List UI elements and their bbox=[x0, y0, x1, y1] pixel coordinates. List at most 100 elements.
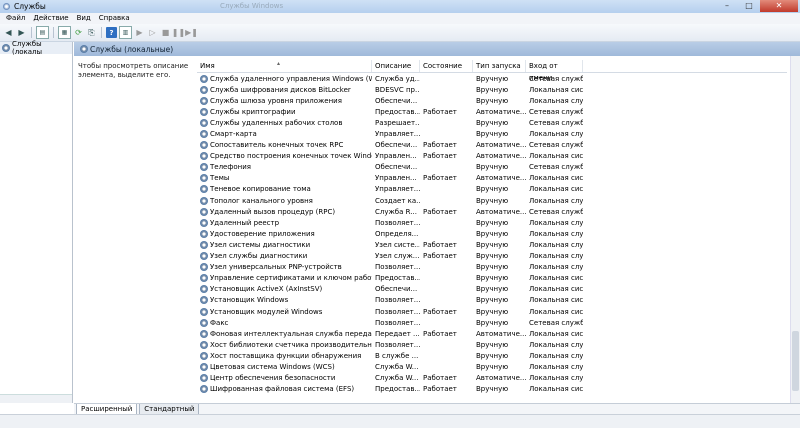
table-row[interactable]: Служба удаленного управления Windows (WS… bbox=[197, 73, 787, 84]
menu-file[interactable]: Файл bbox=[2, 13, 29, 24]
table-row[interactable]: Шифрованная файловая система (EFS) Предос… bbox=[197, 384, 787, 395]
service-startup-type: Вручную bbox=[476, 285, 509, 294]
service-name: Службы криптографии bbox=[197, 107, 372, 116]
service-description: Позволяет... bbox=[375, 307, 420, 316]
service-log-on-as: Локальная сис... bbox=[529, 152, 583, 161]
service-startup-type: Автоматиче... bbox=[476, 107, 526, 116]
vertical-scrollbar[interactable] bbox=[790, 56, 800, 403]
play-icon[interactable]: ▷ bbox=[147, 27, 158, 38]
service-startup-type: Автоматиче... bbox=[476, 329, 526, 338]
column-header-name[interactable]: Имя ▴ bbox=[197, 60, 372, 72]
service-startup-type: Автоматиче... bbox=[476, 207, 526, 216]
table-row[interactable]: Узел службы диагностики Узел служ... Работ… bbox=[197, 251, 787, 262]
menu-action[interactable]: Действие bbox=[29, 13, 72, 24]
table-row[interactable]: Удаленный реестр Позволяет... Вручную Локал… bbox=[197, 217, 787, 228]
refresh-icon[interactable]: ⟳ bbox=[73, 27, 84, 38]
service-status: Работает bbox=[423, 107, 457, 116]
table-row[interactable]: Хост поставщика функции обнаружения В слу… bbox=[197, 350, 787, 361]
table-row[interactable]: Телефония Обеспечи... Вручную Сетевая служб… bbox=[197, 162, 787, 173]
service-log-on-as: Сетевая служба bbox=[529, 118, 583, 127]
service-name: Управление сертификатами и ключом работо… bbox=[197, 274, 372, 283]
start-service-icon[interactable]: ▶ bbox=[134, 27, 145, 38]
service-log-on-as: Локальная сис... bbox=[529, 296, 583, 305]
service-startup-type: Вручную bbox=[476, 118, 509, 127]
service-log-on-as: Локальная слу... bbox=[529, 362, 583, 371]
service-name: Шифрованная файловая система (EFS) bbox=[197, 385, 372, 394]
export-list-icon[interactable]: ⎘ bbox=[86, 27, 97, 38]
service-startup-type: Вручную bbox=[476, 307, 509, 316]
table-row[interactable]: Факс Позволяет... Вручную Сетевая служба bbox=[197, 317, 787, 328]
service-startup-type: Вручную bbox=[476, 196, 509, 205]
service-description: Позволяет... bbox=[375, 318, 420, 327]
service-status: Работает bbox=[423, 374, 457, 383]
table-row[interactable]: Темы Управлен... Работает Автоматиче... Лока… bbox=[197, 173, 787, 184]
table-row[interactable]: Узел системы диагностики Узел систе... Раб… bbox=[197, 239, 787, 250]
table-row[interactable]: Хост библиотеки счетчика производительно… bbox=[197, 339, 787, 350]
status-bar bbox=[0, 414, 800, 428]
maximize-button[interactable]: □ bbox=[738, 0, 760, 12]
menu-view[interactable]: Вид bbox=[73, 13, 95, 24]
service-log-on-as: Локальная сис... bbox=[529, 85, 583, 94]
service-status: Работает bbox=[423, 174, 457, 183]
table-row[interactable]: Сопоставитель конечных точек RPC Обеспечи… bbox=[197, 140, 787, 151]
table-row[interactable]: Фоновая интеллектуальная служба передачи… bbox=[197, 328, 787, 339]
table-row[interactable]: Служба шлюза уровня приложения Обеспечи..… bbox=[197, 95, 787, 106]
services-panel: Службы (локальные) Чтобы просмотреть опи… bbox=[74, 42, 800, 403]
show-hide-action-pane-icon[interactable]: ▥ bbox=[119, 26, 132, 39]
table-row[interactable]: Смарт-карта Управляет... Вручную Локальная … bbox=[197, 128, 787, 139]
service-log-on-as: Сетевая служба bbox=[529, 207, 583, 216]
description-pane: Чтобы просмотреть описание элемента, выд… bbox=[78, 62, 189, 79]
service-name: Теневое копирование тома bbox=[197, 185, 372, 194]
column-header-status[interactable]: Состояние bbox=[420, 60, 473, 72]
back-arrow-icon[interactable]: ◀ bbox=[3, 27, 14, 38]
service-description: Обеспечи... bbox=[375, 285, 418, 294]
column-headers: Имя ▴ Описание Состояние Тип запуска Вход… bbox=[197, 60, 787, 82]
column-header-startup-type[interactable]: Тип запуска bbox=[473, 60, 526, 72]
pause-service-icon[interactable]: ❚❚ bbox=[172, 27, 185, 38]
table-row[interactable]: Службы криптографии Предостав... Работает А… bbox=[197, 106, 787, 117]
column-header-description[interactable]: Описание bbox=[372, 60, 420, 72]
service-gear-icon bbox=[200, 174, 208, 183]
properties-icon[interactable]: ▦ bbox=[58, 26, 71, 39]
minimize-button[interactable]: – bbox=[716, 0, 738, 12]
table-row[interactable]: Тополог канального уровня Создает ка... Вр… bbox=[197, 195, 787, 206]
console-tree-icon[interactable]: ▤ bbox=[36, 26, 49, 39]
table-row[interactable]: Установщик модулей Windows Позволяет... Ра… bbox=[197, 306, 787, 317]
help-icon[interactable]: ? bbox=[106, 27, 117, 38]
service-gear-icon bbox=[200, 130, 208, 139]
close-button[interactable]: ✕ bbox=[760, 0, 798, 12]
service-name: Установщик ActiveX (AxInstSV) bbox=[197, 285, 372, 294]
table-row[interactable]: Средство построения конечных точек Windo… bbox=[197, 151, 787, 162]
table-row[interactable]: Удостоверение приложения Определя... Вручн… bbox=[197, 228, 787, 239]
service-log-on-as: Локальная сис... bbox=[529, 274, 583, 283]
toolbar-separator bbox=[53, 27, 54, 38]
service-description: Определя... bbox=[375, 229, 419, 238]
table-row[interactable]: Установщик Windows Позволяет... Вручную Лок… bbox=[197, 295, 787, 306]
service-log-on-as: Локальная слу... bbox=[529, 130, 583, 139]
console-tree: Службы (локалы bbox=[0, 40, 73, 403]
table-row[interactable]: Удаленный вызов процедур (RPC) Служба R..… bbox=[197, 206, 787, 217]
service-startup-type: Вручную bbox=[476, 274, 509, 283]
table-row[interactable]: Служба шифрования дисков BitLocker BDESVC… bbox=[197, 84, 787, 95]
menu-help[interactable]: Справка bbox=[95, 13, 134, 24]
service-name: Смарт-карта bbox=[197, 130, 372, 139]
tree-horizontal-scrollbar[interactable] bbox=[0, 394, 72, 403]
service-gear-icon bbox=[200, 141, 208, 150]
service-gear-icon bbox=[200, 85, 208, 94]
tree-item-services-local[interactable]: Службы (локалы bbox=[0, 40, 72, 56]
service-description: Передает ... bbox=[375, 329, 420, 338]
column-header-log-on-as[interactable]: Вход от имени bbox=[526, 60, 583, 82]
table-row[interactable]: Теневое копирование тома Управляет... Вруч… bbox=[197, 184, 787, 195]
table-row[interactable]: Установщик ActiveX (AxInstSV) Обеспечи...… bbox=[197, 284, 787, 295]
table-row[interactable]: Службы удаленных рабочих столов Разрешает… bbox=[197, 117, 787, 128]
restart-service-icon[interactable]: ▶❚ bbox=[185, 27, 198, 38]
forward-arrow-icon[interactable]: ▶ bbox=[16, 27, 27, 38]
service-name: Средство построения конечных точек Windo… bbox=[197, 152, 372, 161]
table-row[interactable]: Управление сертификатами и ключом работо… bbox=[197, 273, 787, 284]
service-description: Разрешает... bbox=[375, 118, 420, 127]
table-row[interactable]: Узел универсальных PNP-устройств Позволяе… bbox=[197, 262, 787, 273]
scrollbar-thumb[interactable] bbox=[792, 331, 799, 391]
table-row[interactable]: Цветовая система Windows (WCS) Служба W..… bbox=[197, 361, 787, 372]
table-row[interactable]: Центр обеспечения безопасности Служба W..… bbox=[197, 373, 787, 384]
stop-service-icon[interactable]: ■ bbox=[160, 27, 171, 38]
